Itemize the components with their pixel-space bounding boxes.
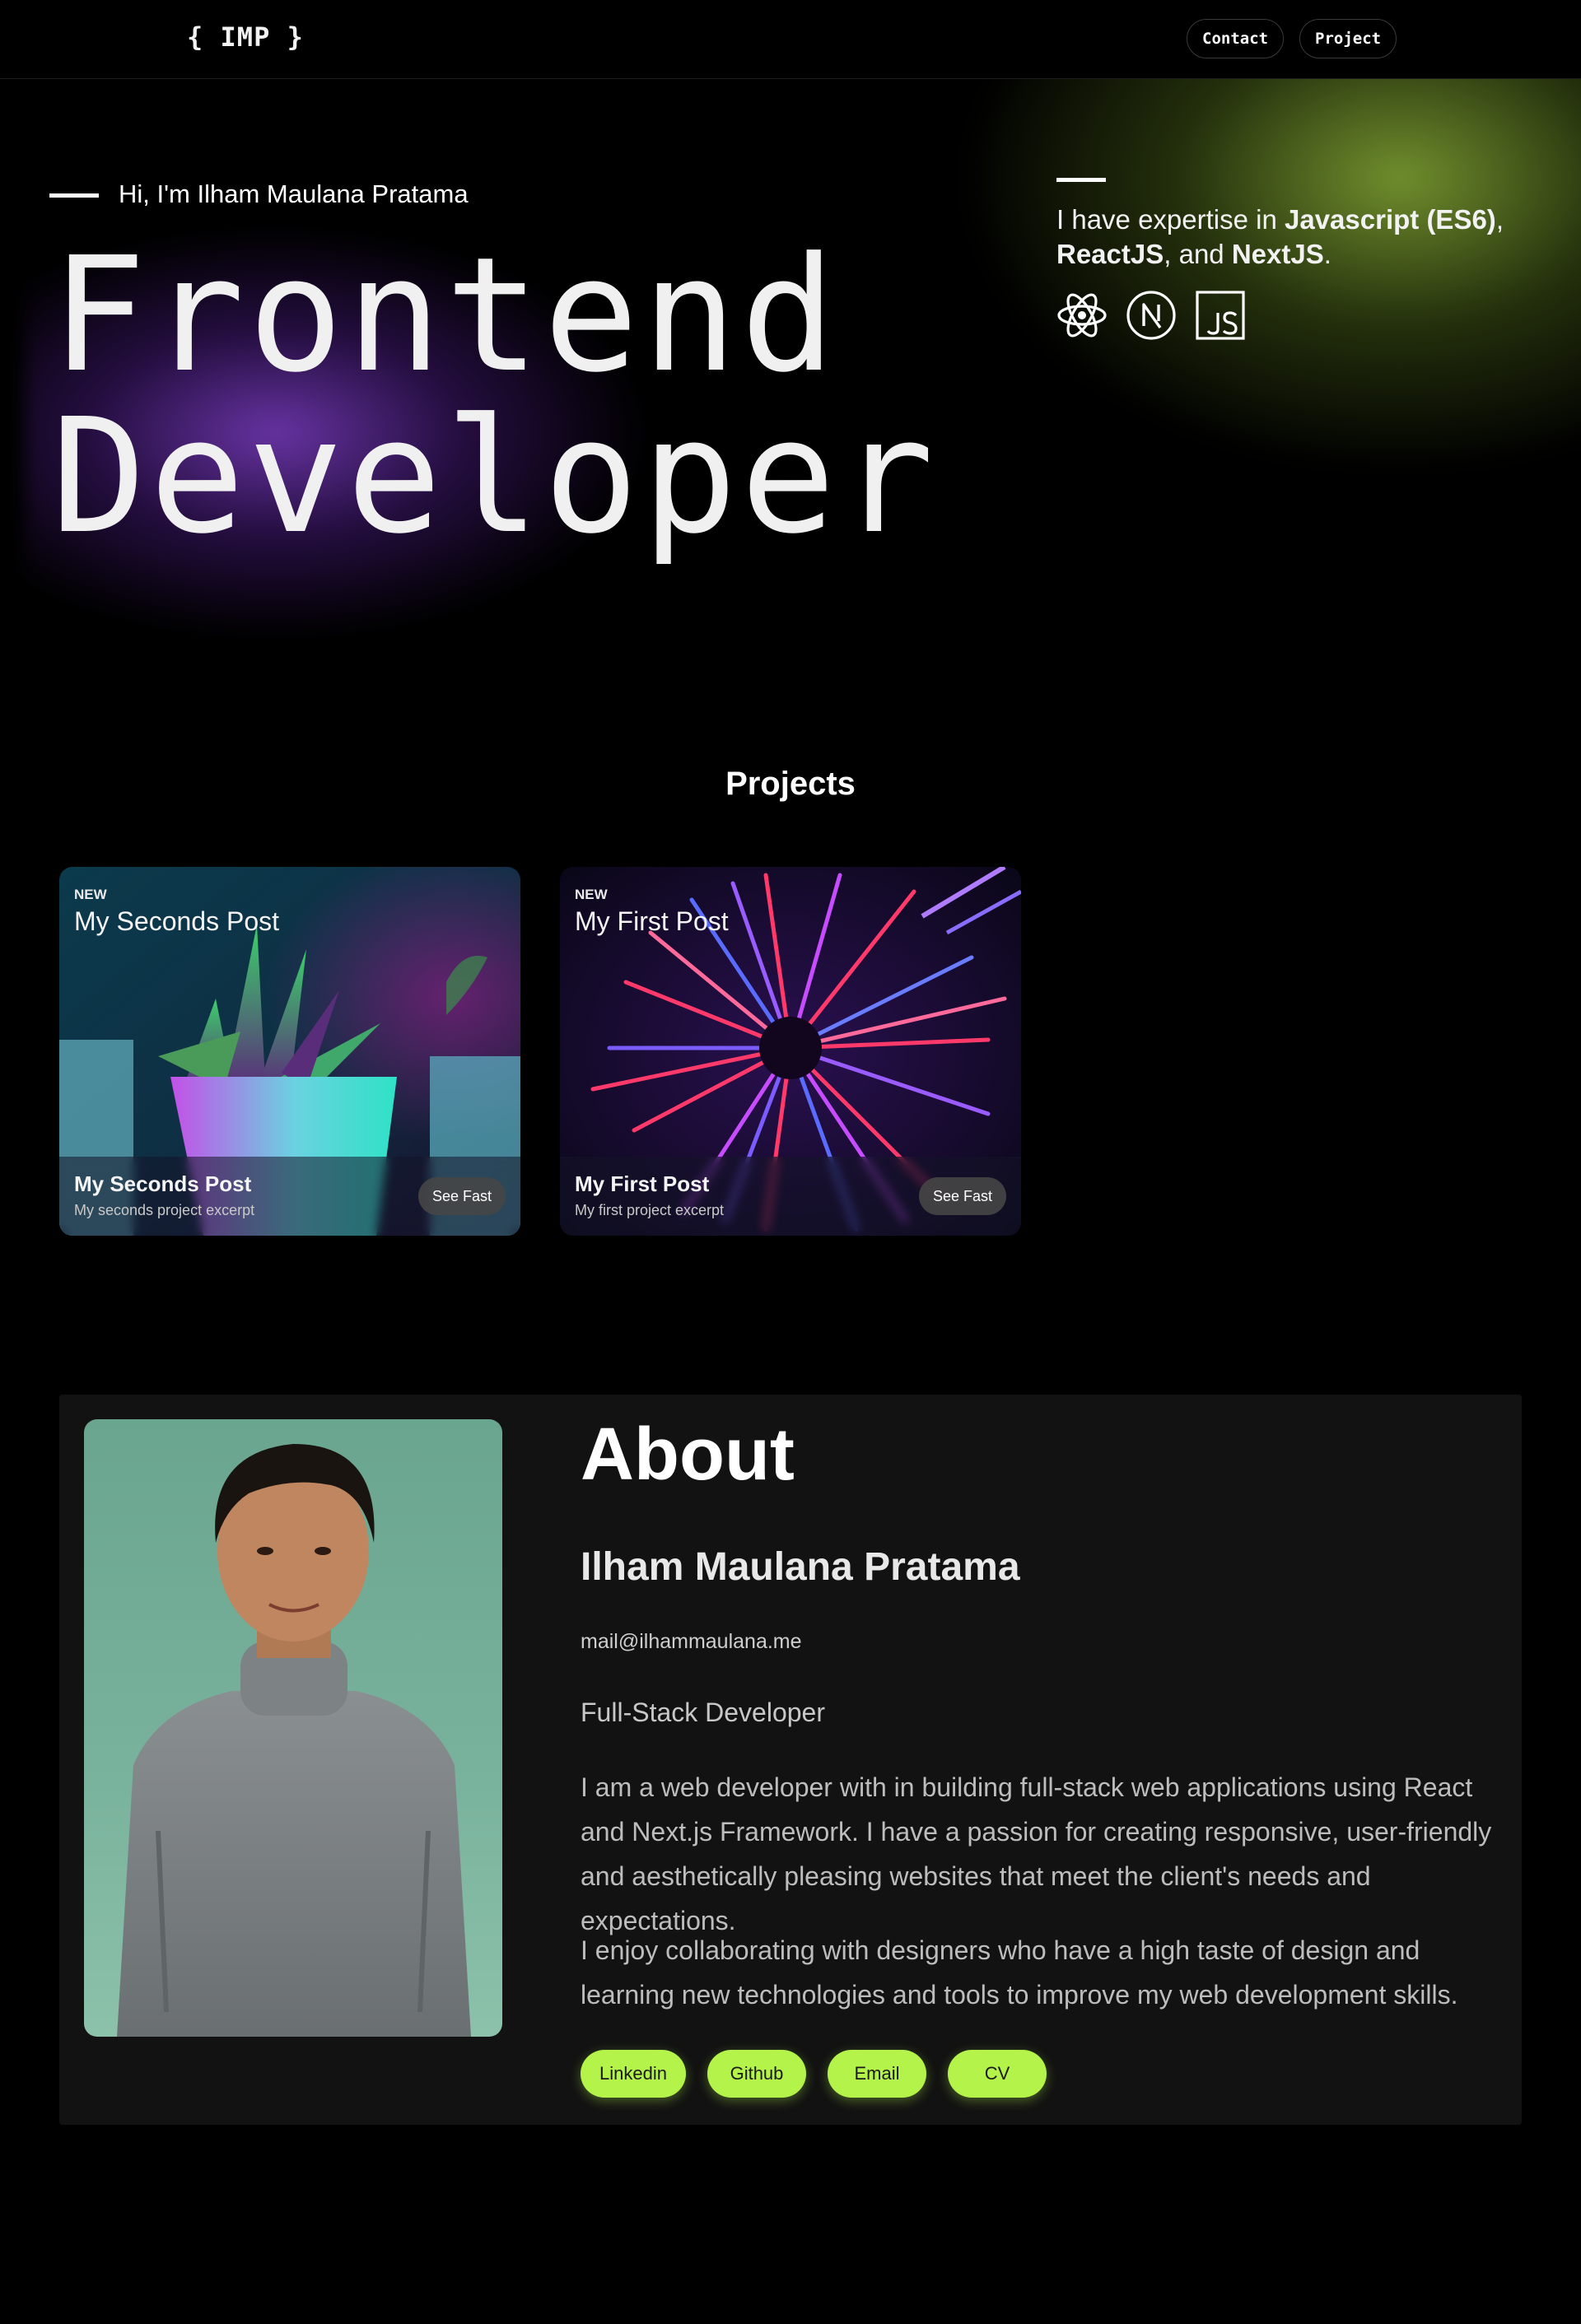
card-excerpt: My seconds project excerpt [74, 1202, 255, 1218]
card-title: My Seconds Post [74, 1171, 252, 1196]
project-card[interactable]: NEW My Seconds Post My Seconds Post My s… [59, 867, 520, 1236]
expertise-suffix: . [1323, 239, 1331, 269]
hero-title-line1: Frontend [51, 224, 839, 408]
skill-reactjs: ReactJS [1056, 239, 1164, 269]
cv-button[interactable]: CV [948, 2050, 1047, 2098]
about-links: Linkedin Github Email CV [581, 2050, 1047, 2098]
expertise-sep2: , and [1164, 239, 1232, 269]
new-badge: NEW [575, 887, 608, 902]
about-paragraph: I am a web developer with in building fu… [581, 1772, 1492, 1935]
see-fast-button[interactable]: See Fast [918, 1177, 1006, 1215]
about-email[interactable]: mail@ilhammaulana.me [581, 1630, 802, 1654]
card-title: My First Post [575, 1171, 710, 1196]
greeting-text: Hi, I'm Ilham Maulana Pratama [119, 179, 469, 208]
hero-title-line2: Developer [51, 385, 938, 569]
projects-heading: Projects [725, 766, 856, 802]
nextjs-icon [1126, 290, 1177, 341]
skill-javascript: Javascript (ES6) [1285, 204, 1496, 235]
hero-title: Frontend Developer [51, 235, 937, 558]
javascript-icon [1195, 290, 1246, 341]
about-section: About Ilham Maulana Pratama mail@ilhamma… [59, 1395, 1522, 2125]
see-fast-button[interactable]: See Fast [417, 1177, 506, 1215]
new-badge: NEW [74, 887, 107, 902]
about-title: About [581, 1413, 795, 1496]
card-heading: My First Post [575, 906, 729, 936]
expertise-prefix: I have expertise in [1056, 204, 1285, 235]
contact-nav-button[interactable]: Contact [1187, 19, 1285, 58]
top-navigation: { IMP } Contact Project [0, 0, 1581, 79]
skill-nextjs: NextJS [1231, 239, 1324, 269]
hero-section: Hi, I'm Ilham Maulana Pratama Frontend De… [0, 79, 1581, 705]
about-name: Ilham Maulana Pratama [581, 1545, 1020, 1589]
tech-icons [1056, 290, 1246, 341]
email-button[interactable]: Email [828, 2050, 926, 2098]
expertise-sep1: , [1495, 204, 1504, 235]
card-heading: My Seconds Post [74, 906, 279, 936]
expertise-text: I have expertise in Javascript (ES6), Re… [1056, 203, 1551, 272]
green-glow [955, 79, 1581, 474]
profile-illustration [117, 1444, 471, 2037]
expertise-dash [1056, 178, 1106, 182]
card-footer: My Seconds Post My seconds project excer… [59, 1157, 520, 1236]
greeting-dash [49, 193, 99, 198]
project-card[interactable]: NEW My First Post My First Post My first… [560, 867, 1021, 1236]
about-paragraph: I enjoy collaborating with designers who… [581, 1935, 1458, 2010]
site-logo[interactable]: { IMP } [187, 21, 304, 53]
card-excerpt: My first project excerpt [575, 1202, 725, 1218]
about-role: Full-Stack Developer [581, 1698, 825, 1727]
github-button[interactable]: Github [707, 2050, 806, 2098]
linkedin-button[interactable]: Linkedin [581, 2050, 686, 2098]
react-icon [1056, 290, 1108, 341]
card-footer: My First Post My first project excerpt S… [560, 1157, 1021, 1236]
profile-photo [84, 1419, 502, 2037]
project-nav-button[interactable]: Project [1299, 19, 1397, 58]
